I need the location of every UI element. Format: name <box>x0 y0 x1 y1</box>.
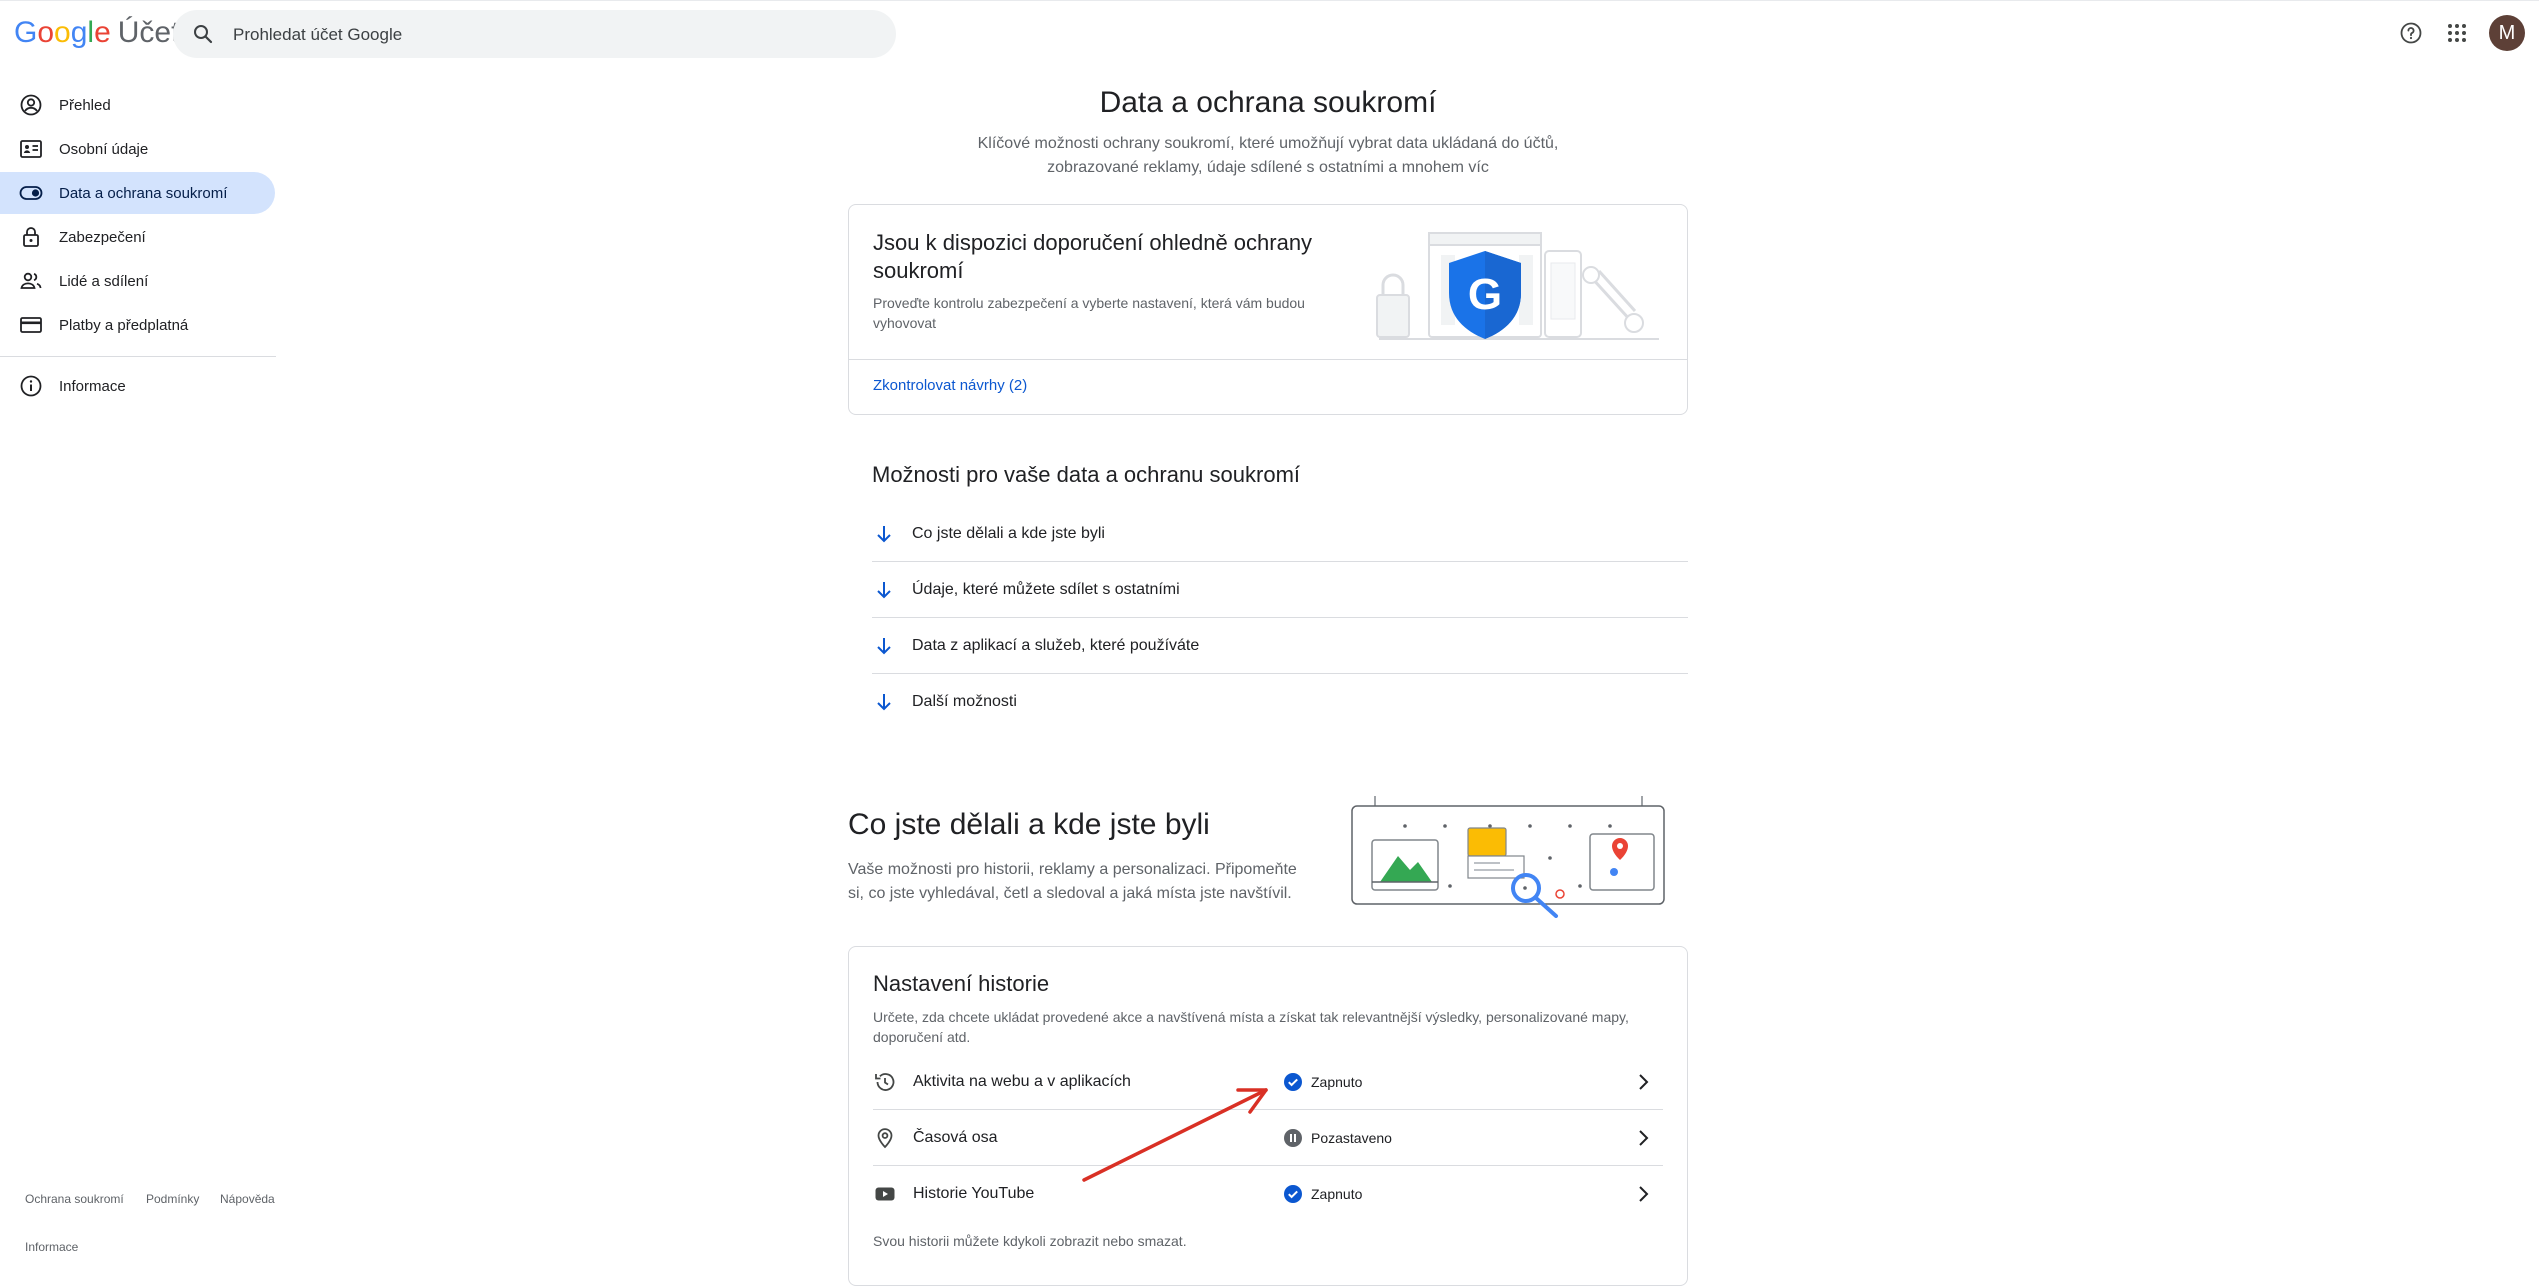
footer-link-privacy[interactable]: Ochrana soukromí <box>25 1192 124 1206</box>
sidebar-item-label: Osobní údaje <box>59 140 149 158</box>
sidebar-item-personal-info[interactable]: Osobní údaje <box>0 128 275 170</box>
option-more-options[interactable]: Další možnosti <box>872 674 1688 730</box>
check-circle-icon <box>1284 1072 1302 1091</box>
help-icon[interactable] <box>2393 15 2429 51</box>
toggle-icon <box>18 180 44 206</box>
recommendation-title: Jsou k dispozici doporučení ohledně ochr… <box>873 230 1313 283</box>
activity-history-illustration <box>1351 796 1665 918</box>
arrow-down-icon <box>872 634 896 658</box>
option-apps-services-data[interactable]: Data z aplikací a služeb, které používát… <box>872 618 1688 674</box>
chevron-right-icon[interactable] <box>1631 1182 1655 1206</box>
sidebar-item-label: Informace <box>59 377 126 395</box>
search-input[interactable] <box>231 10 855 60</box>
account-circle-icon <box>18 92 44 118</box>
status-text: Zapnuto <box>1311 1073 1363 1090</box>
privacy-shield-illustration: G <box>1376 232 1659 340</box>
sidebar-item-label: Data a ochrana soukromí <box>59 184 228 202</box>
sidebar-item-data-privacy[interactable]: Data a ochrana soukromí <box>0 172 275 214</box>
id-card-icon <box>18 136 44 162</box>
info-icon <box>18 373 44 399</box>
page-subtitle: Klíčové možnosti ochrany soukromí, které… <box>977 135 1559 176</box>
option-shareable-info[interactable]: Údaje, které můžete sdílet s ostatními <box>872 562 1688 618</box>
product-name: Účet <box>117 16 180 49</box>
recommendation-description: Proveďte kontrolu zabezpečení a vyberte … <box>873 295 1305 331</box>
sidebar-item-label: Lidé a sdílení <box>59 272 149 290</box>
youtube-icon <box>873 1182 897 1206</box>
people-icon <box>18 268 44 294</box>
option-label: Další možnosti <box>912 693 1017 710</box>
footer-link-terms[interactable]: Podmínky <box>146 1192 199 1206</box>
top-bar: Google Účet M <box>0 0 2539 64</box>
status-on: Zapnuto <box>1283 1072 1362 1092</box>
status-on: Zapnuto <box>1283 1184 1362 1204</box>
option-label: Data z aplikací a služeb, které používát… <box>912 636 1200 654</box>
avatar[interactable]: M <box>2489 15 2525 51</box>
status-paused: Pozastaveno <box>1283 1128 1392 1148</box>
option-label: Co jste dělali a kde jste byli <box>912 524 1105 542</box>
svg-text:G: G <box>1468 270 1502 319</box>
chevron-right-icon[interactable] <box>1631 1126 1655 1150</box>
chevron-right-icon[interactable] <box>1631 1070 1655 1094</box>
sidebar-item-label: Platby a předplatná <box>59 316 189 334</box>
sidebar-item-security[interactable]: Zabezpečení <box>0 216 275 258</box>
footer-link-help[interactable]: Nápověda <box>220 1192 275 1206</box>
history-settings-title: Nastavení historie <box>873 971 1050 996</box>
google-account-logo[interactable]: Google Účet <box>14 15 179 51</box>
pause-circle-icon <box>1284 1128 1302 1147</box>
sidebar-item-people-sharing[interactable]: Lidé a sdílení <box>0 260 275 302</box>
apps-grid-icon[interactable] <box>2439 15 2475 51</box>
google-logo-word: Google <box>14 16 111 49</box>
option-label: Údaje, které můžete sdílet s ostatními <box>912 580 1180 598</box>
sidebar-item-label: Přehled <box>59 96 111 114</box>
sidebar-item-about[interactable]: Informace <box>0 365 275 407</box>
history-settings-description: Určete, zda chcete ukládat provedené akc… <box>873 1009 1629 1045</box>
arrow-down-icon <box>872 578 896 602</box>
search-bar[interactable] <box>173 10 896 60</box>
review-suggestions-link[interactable]: Zkontrolovat návrhy (2) <box>873 377 1027 394</box>
history-icon <box>873 1070 897 1094</box>
annotation-arrow <box>1082 1088 1268 1182</box>
lock-icon <box>18 224 44 250</box>
status-text: Pozastaveno <box>1311 1129 1392 1146</box>
card-divider <box>849 359 1687 360</box>
sidebar-item-label: Zabezpečení <box>59 228 146 246</box>
sidebar-divider <box>0 356 276 357</box>
option-activity-location[interactable]: Co jste dělali a kde jste byli <box>872 506 1688 562</box>
page-title: Data a ochrana soukromí <box>1099 86 1437 119</box>
arrow-down-icon <box>872 690 896 714</box>
check-circle-icon <box>1284 1185 1302 1203</box>
privacy-recommendation-card: Jsou k dispozici doporučení ohledně ochr… <box>848 204 1688 415</box>
status-text: Zapnuto <box>1311 1186 1363 1202</box>
footer-link-about[interactable]: Informace <box>25 1240 78 1254</box>
search-icon[interactable] <box>191 22 215 46</box>
activity-section-title: Co jste dělali a kde jste byli <box>848 808 1210 841</box>
location-pin-icon <box>873 1126 897 1150</box>
arrow-down-icon <box>872 522 896 546</box>
sidebar-item-overview[interactable]: Přehled <box>0 84 275 126</box>
activity-section-description: Vaše možnosti pro historii, reklamy a pe… <box>848 861 1297 902</box>
history-footer-note: Svou historii můžete kdykoli zobrazit ne… <box>873 1233 1187 1249</box>
credit-card-icon <box>18 312 44 338</box>
sidebar-item-payments[interactable]: Platby a předplatná <box>0 304 275 346</box>
options-section-title: Možnosti pro vaše data a ochranu soukrom… <box>872 462 1301 487</box>
